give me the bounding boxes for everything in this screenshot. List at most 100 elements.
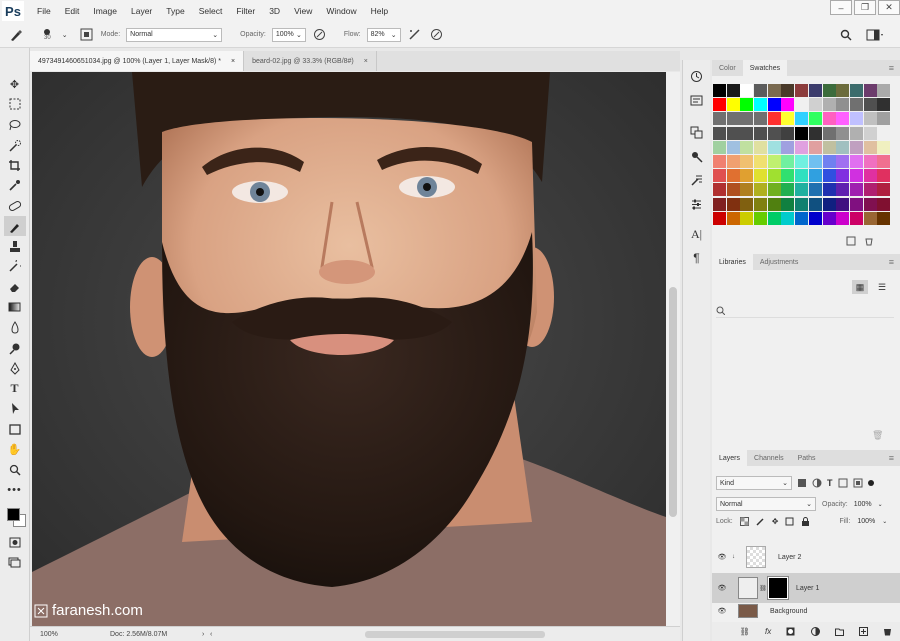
character-icon[interactable]: A|: [687, 224, 707, 244]
properties-icon[interactable]: [687, 90, 707, 110]
layer-row-layer-1[interactable]: 👁 ⛓ Layer 1: [712, 573, 900, 603]
swatch[interactable]: [767, 197, 781, 211]
vertical-scroll-thumb[interactable]: [669, 287, 677, 517]
adjustment-filter-icon[interactable]: [812, 478, 822, 488]
swatch[interactable]: [726, 211, 740, 225]
swatch[interactable]: [754, 84, 768, 97]
swatch[interactable]: [808, 98, 822, 112]
swatch[interactable]: [795, 126, 809, 140]
swatch[interactable]: [863, 84, 877, 97]
tab-adjustments[interactable]: Adjustments: [753, 254, 806, 270]
swatch[interactable]: [767, 140, 781, 154]
menu-type[interactable]: Type: [159, 6, 191, 16]
panel-menu-icon[interactable]: ≡: [889, 453, 894, 463]
tab-channels[interactable]: Channels: [747, 450, 791, 466]
rectangle-tool-icon[interactable]: [4, 419, 26, 439]
swatch[interactable]: [726, 126, 740, 140]
swatch[interactable]: [713, 211, 726, 225]
swatch[interactable]: [713, 154, 726, 168]
menu-image[interactable]: Image: [86, 6, 124, 16]
chevron-down-icon[interactable]: ⌄: [878, 501, 883, 508]
lock-all-icon[interactable]: [801, 517, 810, 526]
menu-view[interactable]: View: [287, 6, 319, 16]
eyedropper-tool-icon[interactable]: [4, 175, 26, 195]
blend-mode-select[interactable]: Normal ⌄: [716, 497, 816, 511]
swatch[interactable]: [877, 183, 891, 197]
pressure-size-icon[interactable]: [429, 27, 445, 43]
screen-mode-icon[interactable]: [4, 553, 26, 573]
visibility-eye-icon[interactable]: 👁: [712, 584, 732, 592]
chain-link-icon[interactable]: ⛓: [758, 585, 768, 592]
menu-filter[interactable]: Filter: [229, 6, 262, 16]
swatch[interactable]: [740, 154, 754, 168]
pressure-opacity-icon[interactable]: [312, 27, 328, 43]
swatch[interactable]: [849, 154, 863, 168]
swatch[interactable]: [863, 211, 877, 225]
swatch[interactable]: [726, 112, 740, 126]
swatch[interactable]: [822, 140, 836, 154]
adjustment-layer-icon[interactable]: [810, 627, 820, 636]
swatch[interactable]: [754, 126, 768, 140]
clone-stamp-tool-icon[interactable]: [4, 236, 26, 256]
swatch[interactable]: [795, 183, 809, 197]
trash-icon[interactable]: 🗑: [872, 430, 883, 441]
swatch[interactable]: [754, 183, 768, 197]
tab-paths[interactable]: Paths: [791, 450, 823, 466]
visibility-eye-icon[interactable]: 👁: [712, 553, 732, 561]
lock-position-icon[interactable]: ✥: [772, 517, 779, 526]
swatch[interactable]: [822, 126, 836, 140]
new-group-icon[interactable]: [834, 627, 844, 636]
swatch[interactable]: [713, 126, 726, 140]
pixel-filter-icon[interactable]: [797, 478, 807, 488]
crop-tool-icon[interactable]: [4, 155, 26, 175]
gradient-tool-icon[interactable]: [4, 297, 26, 317]
swatch[interactable]: [795, 140, 809, 154]
swatch[interactable]: [795, 98, 809, 112]
search-icon[interactable]: [838, 27, 854, 43]
grid-view-icon[interactable]: ▦: [852, 280, 868, 294]
chevron-down-icon[interactable]: ⌄: [882, 518, 887, 525]
menu-help[interactable]: Help: [364, 6, 395, 16]
swatch[interactable]: [781, 126, 795, 140]
swatch[interactable]: [781, 112, 795, 126]
swatch[interactable]: [713, 84, 726, 97]
panel-menu-icon[interactable]: ≡: [889, 257, 894, 267]
swatch[interactable]: [836, 140, 850, 154]
swatch[interactable]: [767, 154, 781, 168]
foreground-color-swatch[interactable]: [6, 508, 20, 522]
swatch[interactable]: [754, 169, 768, 183]
kind-filter[interactable]: Kind ⌄: [716, 476, 792, 490]
swatch[interactable]: [877, 140, 891, 154]
swatch[interactable]: [849, 112, 863, 126]
airbrush-icon[interactable]: [407, 27, 423, 43]
quick-select-tool-icon[interactable]: [4, 135, 26, 155]
quick-mask-icon[interactable]: [4, 532, 26, 552]
healing-brush-tool-icon[interactable]: [4, 196, 26, 216]
swatch[interactable]: [808, 169, 822, 183]
library-search-input[interactable]: [716, 304, 894, 318]
filter-toggle-icon[interactable]: [867, 480, 874, 486]
move-tool-icon[interactable]: ✥: [4, 74, 26, 94]
swatch[interactable]: [863, 126, 877, 140]
eraser-tool-icon[interactable]: [4, 277, 26, 297]
layer-mask-thumbnail[interactable]: [767, 576, 789, 600]
swatch[interactable]: [822, 197, 836, 211]
swatch[interactable]: [740, 211, 754, 225]
paragraph-icon[interactable]: ¶: [687, 248, 707, 268]
swatch[interactable]: [713, 140, 726, 154]
swatch[interactable]: [767, 112, 781, 126]
swatch[interactable]: [795, 84, 809, 97]
tab-layers[interactable]: Layers: [712, 450, 748, 466]
menu-select[interactable]: Select: [192, 6, 230, 16]
swatch[interactable]: [754, 197, 768, 211]
swatch[interactable]: [849, 183, 863, 197]
swatch[interactable]: [726, 84, 740, 97]
swatch[interactable]: [781, 211, 795, 225]
shape-filter-icon[interactable]: [838, 478, 848, 488]
status-menu-arrow-icon[interactable]: ›: [202, 631, 204, 638]
delete-swatch-icon[interactable]: [864, 236, 874, 246]
swatch[interactable]: [781, 154, 795, 168]
swatch[interactable]: [808, 140, 822, 154]
swatch[interactable]: [781, 84, 795, 97]
link-layers-icon[interactable]: ⛓: [740, 627, 750, 636]
